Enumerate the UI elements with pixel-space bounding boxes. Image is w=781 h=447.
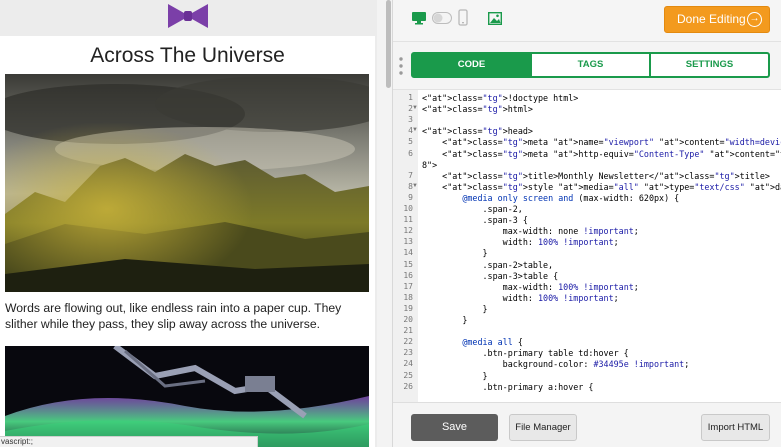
code-line[interactable]: <"at">class="tg">title>Monthly Newslette… <box>422 171 770 181</box>
line-number: 2 <box>408 104 413 114</box>
code-line[interactable]: max-width: 100% !important; <box>422 282 639 292</box>
code-line[interactable]: } <box>422 248 488 258</box>
line-number: 15 <box>403 259 413 269</box>
code-line[interactable]: 8"> <box>422 160 437 170</box>
code-line[interactable]: } <box>422 315 467 325</box>
line-number: 14 <box>403 248 413 258</box>
email-body-text: Words are flowing out, like endless rain… <box>5 301 342 331</box>
code-line[interactable]: .span-3>table { <box>422 271 559 281</box>
code-line[interactable]: <"at">class="tg">style "at">media="all" … <box>422 182 781 192</box>
tab-code[interactable]: CODE <box>413 54 530 76</box>
tab-settings[interactable]: SETTINGS <box>649 54 768 76</box>
email-title: Across The Universe <box>90 44 285 67</box>
fold-arrow-icon[interactable]: ▼ <box>412 127 418 133</box>
code-line[interactable]: width: 100% !important; <box>422 293 619 303</box>
line-number: 9 <box>408 192 413 202</box>
code-line[interactable]: @media only screen and (max-width: 620px… <box>422 193 679 203</box>
line-number: 16 <box>403 270 413 280</box>
bowtie-logo <box>168 4 208 28</box>
browser-status-bar: vascript:; <box>0 436 258 447</box>
code-line[interactable]: .span-2, <box>422 204 523 214</box>
done-editing-button[interactable]: Done Editing → <box>664 6 770 33</box>
line-number: 1 <box>408 93 413 102</box>
phone-icon[interactable] <box>458 9 468 26</box>
code-line[interactable]: <"at">class="tg">meta "at">http-equiv="C… <box>422 149 781 159</box>
line-number-gutter: 1 2 ▼ 3 4 ▼ 5 6 7 8 ▼ 9 10 11 12 13 14 15 16 17 18 19 20 21 22 23… <box>393 90 418 402</box>
line-number: 17 <box>403 281 413 291</box>
line-number: 26 <box>403 381 413 391</box>
line-number: 25 <box>403 370 413 380</box>
editor-tabs: CODE TAGS SETTINGS <box>411 52 770 78</box>
line-number: 21 <box>403 326 413 336</box>
line-number: 19 <box>403 303 413 313</box>
line-number: 20 <box>403 315 413 324</box>
code-line[interactable]: } <box>422 304 488 314</box>
fold-arrow-icon[interactable]: ▼ <box>412 105 418 111</box>
line-number: 12 <box>403 226 413 236</box>
code-line[interactable]: @media all { <box>422 337 523 347</box>
image-icon[interactable] <box>488 12 502 25</box>
line-number: 11 <box>403 215 413 225</box>
code-line[interactable]: max-width: none !important; <box>422 226 639 236</box>
drag-handle-icon[interactable] <box>398 56 404 76</box>
editor-footer: Save File Manager Import HTML <box>393 402 781 447</box>
line-number: 5 <box>408 137 413 147</box>
line-number: 7 <box>408 170 413 180</box>
line-number: 6 <box>408 148 413 158</box>
line-number: 22 <box>403 337 413 347</box>
space-station-image <box>5 346 369 447</box>
line-number: 10 <box>403 204 413 213</box>
line-number: 13 <box>403 237 413 247</box>
editor-panel: Done Editing → CODE TAGS SETTINGS 1 2 ▼ 3 4 ▼… <box>393 0 781 447</box>
line-number: 4 <box>408 126 413 136</box>
code-line[interactable]: <"at">class="tg">head> <box>422 126 533 136</box>
code-line[interactable]: width: 100% !important; <box>422 237 619 247</box>
email-preview: Across The Universe Words are flowing ou… <box>0 0 375 447</box>
code-line[interactable]: <"at">class="tg">meta "at">name="viewpor… <box>422 137 781 147</box>
editor-toolbar: Done Editing → <box>393 0 781 42</box>
file-manager-button[interactable]: File Manager <box>509 414 577 441</box>
code-line[interactable]: <"at">class="tg">html> <box>422 104 533 114</box>
line-number: 24 <box>403 359 413 369</box>
code-editor[interactable]: 1 2 ▼ 3 4 ▼ 5 6 7 8 ▼ 9 10 11 12 13 14 15 16 17 18 19 20 21 22 23… <box>393 89 781 402</box>
code-line[interactable]: .span-3 { <box>422 215 528 225</box>
preview-scrollbar[interactable] <box>377 0 393 447</box>
app-window: Across The Universe Words are flowing ou… <box>0 0 781 447</box>
arrow-circle-right-icon: → <box>747 12 762 27</box>
code-line[interactable]: .span-2>table, <box>422 260 554 270</box>
code-line[interactable]: <"at">class="tg">!doctype html> <box>422 93 578 103</box>
line-number: 8 <box>408 181 413 191</box>
mountain-hero-image <box>5 74 369 292</box>
code-line[interactable]: .btn-primary table td:hover { <box>422 348 629 358</box>
code-line[interactable]: background-color: #34495e !important; <box>422 359 690 369</box>
fold-arrow-icon[interactable]: ▼ <box>412 183 418 189</box>
done-editing-label: Done Editing <box>677 12 746 26</box>
monitor-icon[interactable] <box>411 11 427 25</box>
line-number: 18 <box>403 292 413 302</box>
code-line[interactable]: .btn-primary a:hover { <box>422 382 594 392</box>
import-html-button[interactable]: Import HTML <box>701 414 770 441</box>
scroll-thumb[interactable] <box>386 0 391 88</box>
code-line[interactable]: } <box>422 371 488 381</box>
line-number: 3 <box>408 115 413 125</box>
tab-tags[interactable]: TAGS <box>530 54 649 76</box>
toggle-switch[interactable] <box>432 12 452 24</box>
save-button[interactable]: Save <box>411 414 498 441</box>
line-number: 23 <box>403 348 413 358</box>
